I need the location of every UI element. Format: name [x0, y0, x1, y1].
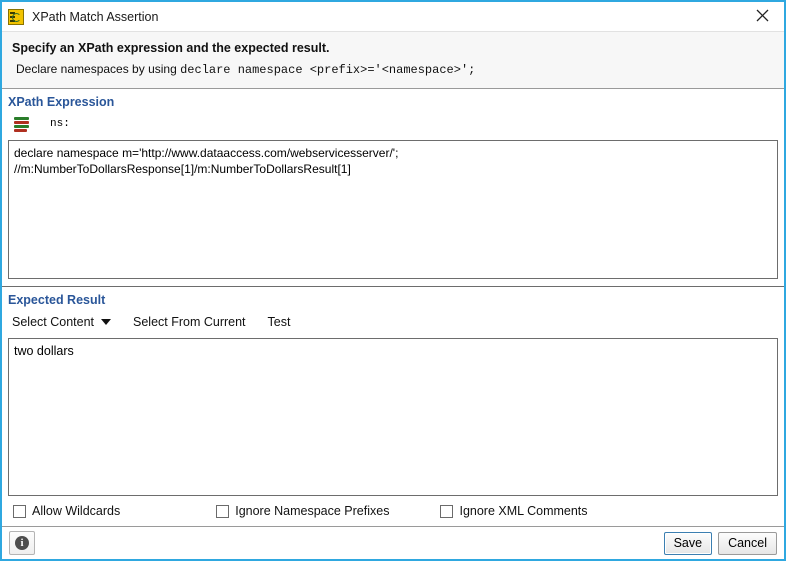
info-icon: i — [15, 536, 29, 550]
instruction-primary: Specify an XPath expression and the expe… — [12, 41, 330, 55]
expected-result-section: Expected Result Select Content Select Fr… — [2, 287, 784, 526]
select-content-dropdown[interactable]: Select Content — [12, 315, 111, 329]
info-button[interactable]: i — [9, 531, 35, 555]
allow-wildcards-checkbox[interactable]: Allow Wildcards — [13, 504, 120, 518]
test-button[interactable]: Test — [268, 315, 291, 329]
close-icon[interactable] — [740, 2, 784, 29]
instruction-secondary: Declare namespaces by using declare name… — [2, 62, 784, 77]
instruction-secondary-text: Declare namespaces by using — [16, 62, 181, 76]
select-from-current-label: Select From Current — [133, 315, 246, 329]
checkbox-box[interactable] — [440, 504, 454, 518]
xpath-expression-section: XPath Expression ns: declare namespace m… — [2, 89, 784, 287]
options-row: Allow Wildcards Ignore Namespace Prefixe… — [2, 496, 784, 526]
dialog-footer: i Save Cancel — [2, 526, 784, 559]
ignore-namespace-prefixes-checkbox[interactable]: Ignore Namespace Prefixes — [216, 504, 389, 518]
xpath-match-assertion-dialog: XPath Match Assertion Specify an XPath e… — [0, 0, 786, 561]
window-title: XPath Match Assertion — [32, 9, 159, 24]
xpath-expression-heading: XPath Expression — [8, 95, 115, 109]
select-content-label: Select Content — [12, 315, 94, 329]
allow-wildcards-label: Allow Wildcards — [32, 504, 121, 518]
xpath-assertion-icon — [8, 8, 24, 25]
expected-result-input[interactable]: two dollars — [8, 338, 778, 496]
cancel-button[interactable]: Cancel — [718, 531, 777, 555]
title-bar: XPath Match Assertion — [2, 2, 784, 31]
expected-result-heading: Expected Result — [8, 293, 106, 307]
checkbox-box[interactable] — [216, 504, 230, 518]
expected-result-toolbar: Select Content Select From Current Test — [2, 310, 784, 334]
select-from-current-button[interactable]: Select From Current — [133, 315, 246, 329]
ignore-namespace-prefixes-label: Ignore Namespace Prefixes — [235, 504, 390, 518]
ignore-xml-comments-checkbox[interactable]: Ignore XML Comments — [440, 504, 588, 518]
namespace-row: ns: — [2, 112, 784, 136]
chevron-down-icon — [101, 319, 111, 325]
save-button[interactable]: Save — [663, 531, 713, 555]
instruction-secondary-code: declare namespace <prefix>='<namespace>'… — [180, 63, 476, 77]
test-label: Test — [267, 315, 291, 329]
namespace-label: ns: — [50, 118, 70, 130]
checkbox-box[interactable] — [13, 504, 26, 518]
instructions-band: Specify an XPath expression and the expe… — [2, 31, 784, 89]
xpath-expression-input[interactable]: declare namespace m='http://www.dataacce… — [8, 140, 778, 279]
ignore-xml-comments-label: Ignore XML Comments — [459, 504, 588, 518]
namespace-stack-icon[interactable] — [14, 116, 30, 132]
